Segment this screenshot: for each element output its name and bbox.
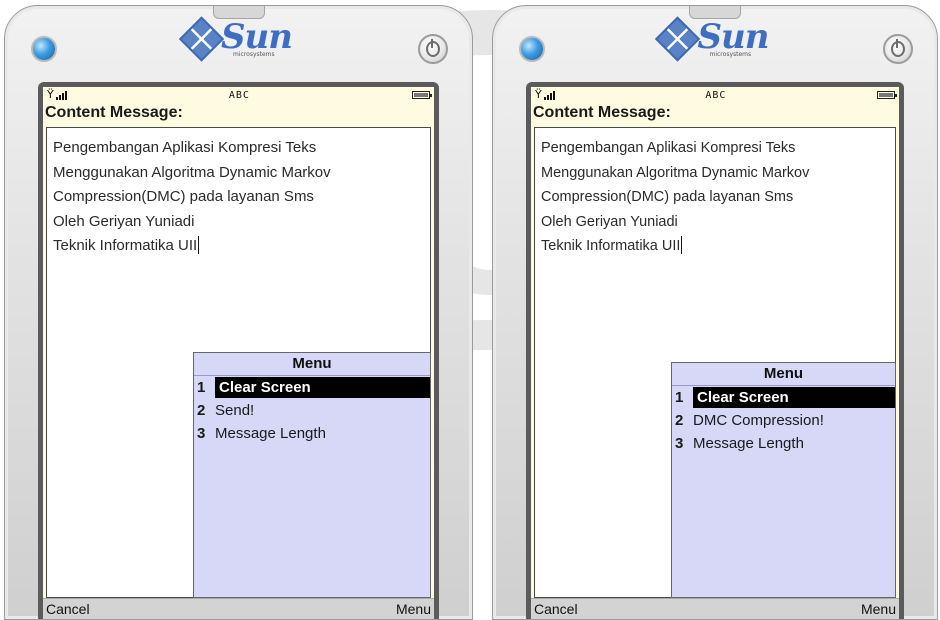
status-bar: Ÿ ABC: [531, 87, 899, 103]
sun-logo-mark: [654, 16, 701, 62]
message-line: Compression(DMC) pada layanan Sms: [541, 189, 794, 205]
menu-item-label: Clear Screen: [215, 377, 430, 398]
softkey-cancel[interactable]: Cancel: [534, 601, 578, 617]
phone-screen: Ÿ ABC Content Message: Pengembangan Apli…: [531, 87, 899, 619]
battery-icon: [411, 91, 432, 99]
status-bar: Ÿ ABC: [43, 87, 434, 103]
menu-item-dmc-compression[interactable]: 2 DMC Compression!: [672, 409, 895, 432]
phone-screen: Ÿ ABC Content Message: Pengembangan Apli…: [43, 87, 434, 619]
menu-item-number: 3: [197, 425, 206, 442]
message-line: Pengembangan Aplikasi Kompresi Teks: [541, 140, 796, 156]
message-line: Menggunakan Algoritma Dynamic Markov: [541, 164, 810, 181]
menu-item-number: 1: [675, 389, 684, 406]
led-indicator-icon: [31, 36, 57, 62]
menu-item-label: Send!: [215, 402, 255, 419]
message-line: Teknik Informatika UII: [541, 238, 681, 254]
phone-emulator-right: Sun microsystems Ÿ ABC Content Message: …: [492, 5, 938, 620]
power-button-icon[interactable]: [883, 34, 913, 64]
screen-bezel: Ÿ ABC Content Message: Pengembangan Apli…: [526, 82, 904, 619]
battery-icon: [876, 91, 897, 99]
message-line: Oleh Geriyan Yuniadi: [541, 213, 678, 230]
text-caret: [198, 236, 200, 254]
softkey-cancel[interactable]: Cancel: [46, 601, 90, 617]
logo-text: Sun: [221, 17, 293, 57]
screen-title: Content Message:: [533, 104, 671, 121]
menu-title: Menu: [194, 353, 430, 376]
phone-emulator-left: Sun microsystems Ÿ ABC Content Message: …: [4, 5, 473, 620]
menu-title: Menu: [672, 363, 895, 386]
screen-bezel: Ÿ ABC Content Message: Pengembangan Apli…: [38, 82, 439, 619]
logo-subtext: microsystems: [709, 51, 752, 58]
softkey-bar: Cancel Menu: [531, 598, 899, 619]
text-caret: [681, 236, 683, 254]
input-mode-indicator: ABC: [705, 89, 727, 101]
signal-strength-icon: Ÿ: [47, 89, 67, 100]
menu-item-label: Clear Screen: [693, 387, 895, 408]
menu-item-number: 1: [197, 379, 206, 396]
options-menu: Menu 1 Clear Screen 2 Send! 3 Message Le…: [193, 352, 431, 598]
menu-item-number: 2: [197, 402, 206, 419]
power-button-icon[interactable]: [418, 34, 448, 64]
softkey-bar: Cancel Menu: [43, 598, 434, 619]
message-line: Oleh Geriyan Yuniadi: [53, 212, 195, 230]
sun-logo-icon: Sun microsystems: [654, 16, 770, 62]
sun-logo-icon: Sun microsystems: [178, 16, 293, 62]
sun-logo-mark: [178, 16, 224, 62]
message-line: Pengembangan Aplikasi Kompresi Teks: [53, 139, 317, 156]
menu-item-number: 3: [675, 435, 684, 452]
message-line: Compression(DMC) pada layanan Sms: [53, 188, 314, 205]
menu-item-label: Message Length: [693, 435, 804, 452]
options-menu: Menu 1 Clear Screen 2 DMC Compression! 3…: [671, 362, 896, 598]
softkey-menu[interactable]: Menu: [396, 601, 431, 617]
menu-item-send[interactable]: 2 Send!: [194, 399, 430, 422]
message-line: Menggunakan Algoritma Dynamic Markov: [53, 163, 331, 181]
screen-title: Content Message:: [45, 104, 183, 121]
menu-item-label: Message Length: [215, 425, 326, 442]
signal-strength-icon: Ÿ: [535, 89, 555, 100]
message-line: Teknik Informatika UII: [53, 237, 198, 254]
menu-item-label: DMC Compression!: [693, 412, 824, 429]
led-indicator-icon: [519, 36, 545, 62]
menu-item-clear-screen[interactable]: 1 Clear Screen: [672, 386, 895, 409]
menu-item-clear-screen[interactable]: 1 Clear Screen: [194, 376, 430, 399]
menu-item-number: 2: [675, 412, 684, 429]
menu-item-message-length[interactable]: 3 Message Length: [672, 432, 895, 455]
softkey-menu[interactable]: Menu: [861, 601, 896, 617]
input-mode-indicator: ABC: [228, 89, 250, 101]
logo-subtext: microsystems: [233, 51, 275, 58]
menu-item-message-length[interactable]: 3 Message Length: [194, 422, 430, 445]
logo-text: Sun: [697, 17, 770, 57]
